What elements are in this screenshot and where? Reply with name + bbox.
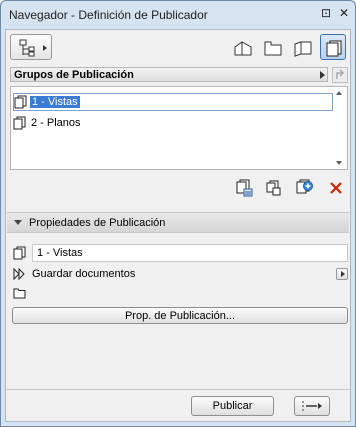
publish-mode-icon xyxy=(13,267,25,281)
new-set-icon[interactable] xyxy=(294,178,314,198)
list-item-label: 2 - Planos xyxy=(31,117,81,129)
publishing-properties-label: Propiedades de Publicación xyxy=(29,217,166,229)
delete-icon[interactable] xyxy=(326,178,346,198)
publisher-set-icon xyxy=(14,95,27,109)
publish-button[interactable]: Publicar xyxy=(191,396,274,416)
footer-divider xyxy=(6,389,350,390)
undo-arrow-icon xyxy=(336,69,345,79)
publish-options-button[interactable] xyxy=(294,396,330,416)
close-icon[interactable]: ✕ xyxy=(337,6,351,20)
list-item[interactable]: 1 - Vistas xyxy=(13,93,333,111)
set-name-input[interactable] xyxy=(33,245,347,261)
publisher-groups-label: Grupos de Publicación xyxy=(14,69,134,81)
pin-icon[interactable]: ⊡ xyxy=(319,6,333,20)
list-scrollbar[interactable] xyxy=(333,87,345,169)
publisher-set-settings-icon[interactable] xyxy=(234,178,254,198)
duplicate-set-icon[interactable] xyxy=(264,178,284,198)
publisher-sets-button[interactable] xyxy=(320,34,346,60)
publish-mode-label: Guardar documentos xyxy=(32,268,136,280)
layout-book-icon[interactable] xyxy=(292,38,314,61)
options-arrow-icon xyxy=(302,401,322,411)
publisher-set-icon xyxy=(13,246,26,260)
publish-mode-menu-button[interactable] xyxy=(336,268,348,280)
set-actions-bar xyxy=(6,176,350,198)
navigator-menu-button[interactable] xyxy=(10,34,52,60)
folder-icon[interactable] xyxy=(13,287,27,299)
palette-client: Grupos de Publicación 1 - Vistas 2 - Pla… xyxy=(5,29,351,422)
scroll-down-icon[interactable] xyxy=(336,161,342,165)
publisher-window: Navegador - Definición de Publicador ⊡ ✕ xyxy=(0,0,356,427)
publishing-properties-button[interactable]: Prop. de Publicación... xyxy=(12,307,348,324)
publisher-set-icon xyxy=(13,116,26,130)
navigator-toolbar xyxy=(6,30,350,66)
title-bar[interactable]: Navegador - Definición de Publicador ⊡ ✕ xyxy=(1,1,355,29)
project-map-icon[interactable] xyxy=(232,38,254,61)
chevron-right-icon xyxy=(320,71,325,79)
set-name-field[interactable] xyxy=(32,244,348,262)
publisher-sets-icon xyxy=(326,40,342,57)
list-item[interactable]: 2 - Planos xyxy=(13,115,333,133)
publishing-properties-header[interactable]: Propiedades de Publicación xyxy=(7,212,349,233)
collapse-triangle-icon xyxy=(14,220,22,225)
publisher-sets-list[interactable]: 1 - Vistas 2 - Planos xyxy=(10,86,348,170)
list-item-label: 1 - Vistas xyxy=(30,96,80,108)
publisher-groups-header[interactable]: Grupos de Publicación xyxy=(10,67,328,82)
scroll-up-icon[interactable] xyxy=(336,91,342,95)
window-title: Navegador - Definición de Publicador xyxy=(9,8,208,22)
view-map-icon[interactable] xyxy=(262,38,284,61)
navigator-tree-icon xyxy=(19,39,47,57)
go-up-button[interactable] xyxy=(332,67,348,83)
